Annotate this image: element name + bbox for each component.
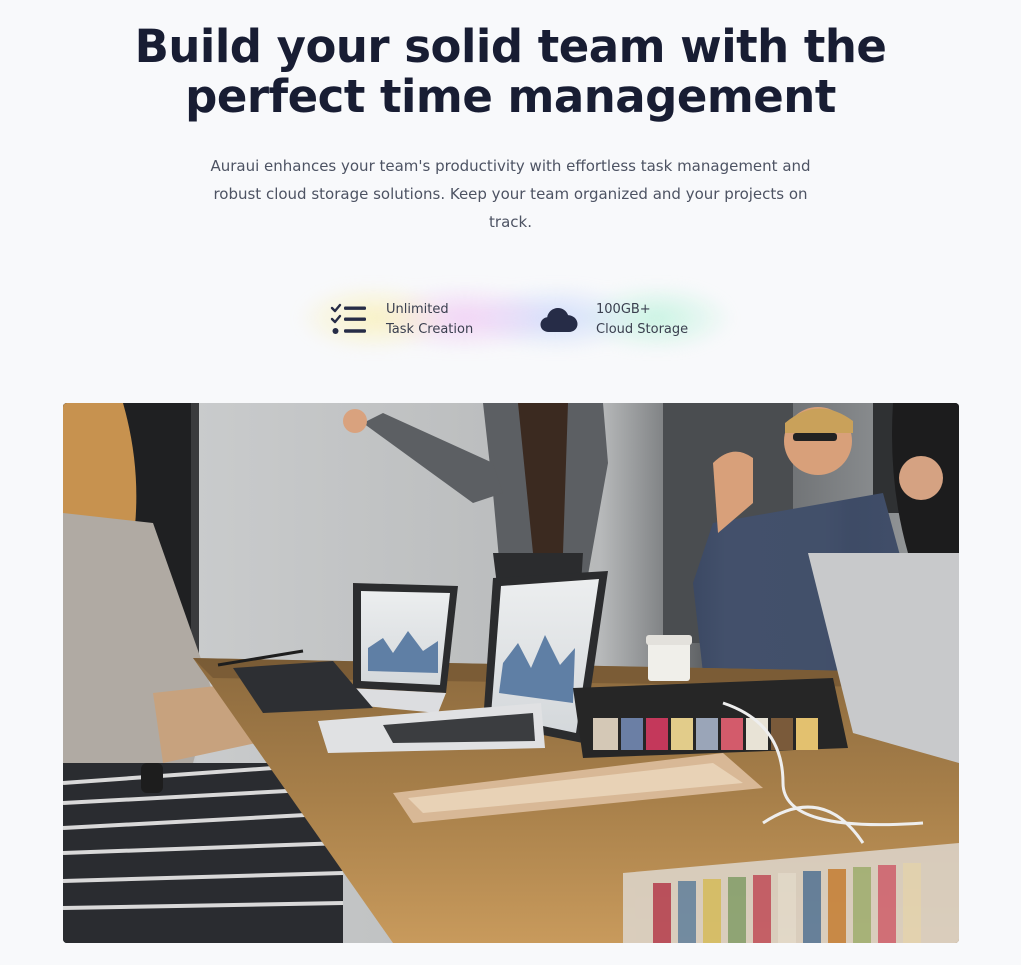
feature-subtitle: Cloud Storage	[596, 322, 689, 337]
feature-title: 100GB+	[596, 302, 651, 317]
hero-headline-line-2: perfect time management	[185, 70, 836, 123]
feature-title: Unlimited	[386, 302, 449, 317]
feature-label: Unlimited Task Creation	[386, 300, 473, 340]
task-list-icon	[330, 301, 368, 339]
team-meeting-photo	[63, 403, 959, 943]
hero-headline: Build your solid team with the perfect t…	[0, 22, 1021, 122]
cloud-icon	[540, 301, 578, 339]
feature-unlimited-tasks: Unlimited Task Creation	[330, 298, 473, 342]
feature-subtitle: Task Creation	[386, 322, 474, 337]
hero-description: Auraui enhances your team's productivity…	[210, 157, 811, 231]
hero-section: Build your solid team with the perfect t…	[0, 0, 1021, 965]
feature-list: Unlimited Task Creation 100GB+ Cloud Sto…	[0, 298, 1021, 342]
feature-cloud-storage: 100GB+ Cloud Storage	[540, 298, 688, 342]
hero-headline-line-1: Build your solid team with the	[134, 20, 887, 73]
feature-label: 100GB+ Cloud Storage	[596, 300, 688, 340]
